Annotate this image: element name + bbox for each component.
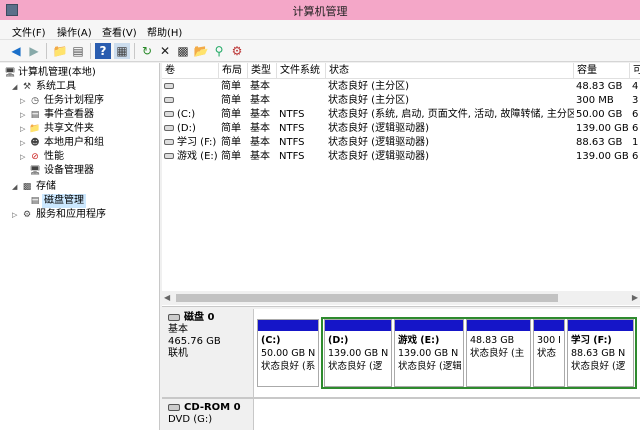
collapse-icon[interactable]: ◢ [12, 80, 20, 94]
volume-icon [164, 139, 174, 145]
volume-icon [164, 97, 174, 103]
column-free[interactable]: 可 [630, 63, 640, 79]
volume-icon [164, 83, 174, 89]
back-icon[interactable]: ◀ [8, 43, 24, 59]
menu-file[interactable]: 文件(F) [12, 24, 46, 39]
cdrom-icon [168, 403, 180, 411]
volume-list: 卷 布局 类型 文件系统 状态 容量 可 简单 基本 状态良好 (主分区) 48… [162, 63, 640, 307]
table-row[interactable]: 简单 基本 状态良好 (主分区) 48.83 GB 4 [162, 80, 640, 94]
expand-icon[interactable]: ▷ [20, 136, 28, 150]
column-status[interactable]: 状态 [326, 63, 574, 79]
scroll-left-icon[interactable]: ◀ [164, 291, 170, 305]
partition-primary-1[interactable]: 48.83 GB 状态良好 (主 [466, 319, 531, 387]
navigation-tree: 🖥 计算机管理(本地) ◢ ⚒ 系统工具 ▷ ◷ 任务计划程序 ▷ ▤ 事件查看… [0, 63, 160, 430]
disk-0-label[interactable]: 磁盘 0 基本 465.76 GB 联机 [162, 309, 254, 397]
title-bar: 计算机管理 [0, 0, 640, 20]
window-title: 计算机管理 [292, 5, 348, 18]
expand-icon[interactable]: ▷ [20, 122, 28, 136]
volume-icon [164, 153, 174, 159]
services-icon: ⚙ [22, 210, 32, 220]
partition-primary-2[interactable]: 300 I 状态 [533, 319, 565, 387]
partition-c[interactable]: (C:) 50.00 GB N 状态良好 (系 [257, 319, 319, 387]
partition-e[interactable]: 游戏 (E:) 139.00 GB N 状态良好 (逻辑 [394, 319, 464, 387]
table-row[interactable]: 游戏 (E:) 简单 基本 NTFS 状态良好 (逻辑驱动器) 139.00 G… [162, 150, 640, 164]
forward-icon[interactable]: ▶ [26, 43, 42, 59]
device-manager-icon: 🖥 [29, 166, 41, 176]
shared-folder-icon: 📁 [29, 124, 41, 134]
column-layout[interactable]: 布局 [219, 63, 248, 79]
panel-icon[interactable]: ▦ [114, 43, 130, 59]
disk-icon [168, 313, 180, 321]
clock-icon: ◷ [31, 96, 39, 106]
scrollbar-thumb[interactable] [176, 294, 558, 302]
computer-icon: 🖥 [4, 68, 16, 78]
collapse-icon[interactable]: ◢ [12, 180, 20, 194]
toolbar: ◀ ▶ 📁 ▤ ? ▦ ↻ ✕ ▩ 📂 ⚲ ⚙ [0, 40, 640, 62]
volume-icon [164, 125, 174, 131]
column-capacity[interactable]: 容量 [574, 63, 630, 79]
scroll-right-icon[interactable]: ▶ [632, 291, 638, 305]
volume-icon [164, 111, 174, 117]
table-row[interactable]: (C:) 简单 基本 NTFS 状态良好 (系统, 启动, 页面文件, 活动, … [162, 108, 640, 122]
table-row[interactable]: 简单 基本 状态良好 (主分区) 300 MB 3 [162, 94, 640, 108]
tools-icon: ⚒ [22, 82, 32, 92]
expand-icon[interactable]: ▷ [20, 150, 28, 164]
help-icon[interactable]: ? [95, 43, 111, 59]
cdrom-0-label[interactable]: CD-ROM 0 DVD (G:) [162, 399, 254, 430]
menu-view[interactable]: 查看(V) [102, 24, 137, 39]
expand-icon[interactable]: ▷ [20, 108, 28, 122]
open-folder-icon[interactable]: 📂 [193, 43, 209, 59]
expand-icon[interactable]: ▷ [20, 94, 28, 108]
list-header: 卷 布局 类型 文件系统 状态 容量 可 [162, 63, 640, 79]
refresh-icon[interactable]: ↻ [139, 43, 155, 59]
event-viewer-icon: ▤ [30, 110, 40, 120]
menu-action[interactable]: 操作(A) [57, 24, 92, 39]
storage-icon: ▩ [22, 182, 32, 192]
delete-icon[interactable]: ✕ [157, 43, 173, 59]
horizontal-scrollbar[interactable]: ◀ ▶ [162, 291, 640, 305]
disk-graphical-view: 磁盘 0 基本 465.76 GB 联机 (C:) 50.00 GB N 状态良… [162, 309, 640, 430]
disk-management-icon: ▤ [30, 196, 40, 206]
users-icon: ☻ [30, 138, 40, 148]
expand-icon[interactable]: ▷ [12, 208, 20, 222]
partition-d[interactable]: (D:) 139.00 GB N 状态良好 (逻 [324, 319, 392, 387]
performance-icon: ⊘ [31, 152, 39, 162]
table-row[interactable]: 学习 (F:) 简单 基本 NTFS 状态良好 (逻辑驱动器) 88.63 GB… [162, 136, 640, 150]
properties-icon[interactable]: ▩ [175, 43, 191, 59]
column-filesystem[interactable]: 文件系统 [277, 63, 326, 79]
settings-icon[interactable]: ⚙ [229, 43, 245, 59]
table-row[interactable]: (D:) 简单 基本 NTFS 状态良好 (逻辑驱动器) 139.00 GB 6 [162, 122, 640, 136]
column-volume[interactable]: 卷 [162, 63, 219, 79]
show-hide-tree-icon[interactable]: ▤ [70, 43, 86, 59]
menu-bar: 文件(F) 操作(A) 查看(V) 帮助(H) [0, 20, 640, 40]
up-folder-icon[interactable]: 📁 [52, 43, 68, 59]
partition-f[interactable]: 学习 (F:) 88.63 GB N 状态良好 (逻 [567, 319, 634, 387]
search-icon[interactable]: ⚲ [211, 43, 227, 59]
column-type[interactable]: 类型 [248, 63, 277, 79]
menu-help[interactable]: 帮助(H) [147, 24, 182, 39]
